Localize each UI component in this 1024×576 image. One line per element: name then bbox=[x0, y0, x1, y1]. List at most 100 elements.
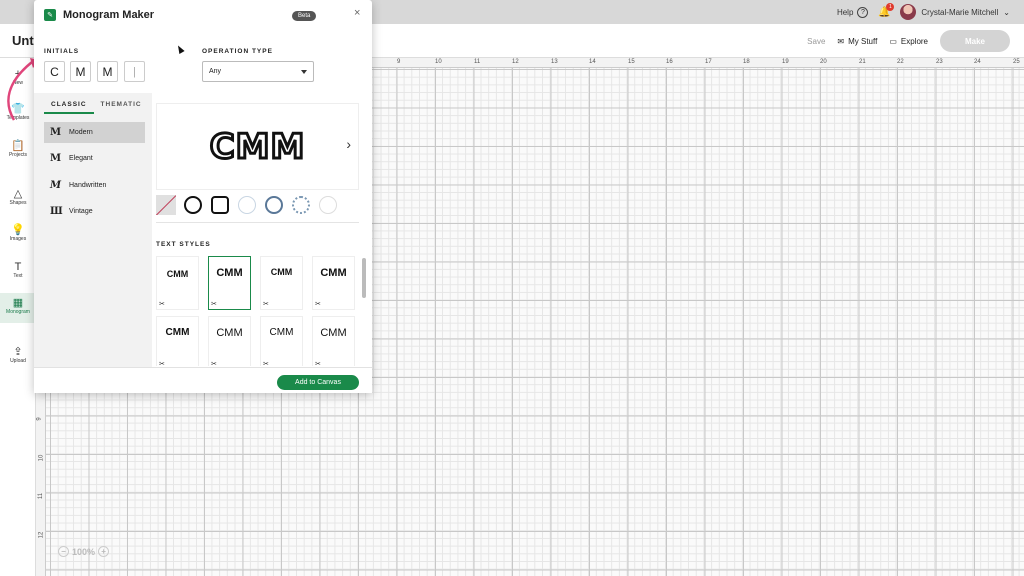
tool-upload[interactable]: ⇪ Upload bbox=[0, 346, 36, 372]
frame-none[interactable] bbox=[156, 195, 176, 215]
style-item-handwritten[interactable]: M Handwritten bbox=[44, 175, 145, 196]
scissors-icon: ✂ bbox=[211, 301, 217, 308]
explore-button[interactable]: ▭ Explore bbox=[889, 37, 928, 46]
frame-rounded-square[interactable] bbox=[210, 195, 230, 215]
ruler-tick: 18 bbox=[743, 59, 750, 65]
style-category-panel: CLASSIC THEMATIC M Modern M Elegant M Ha… bbox=[34, 93, 152, 367]
zoom-in-button[interactable]: + bbox=[98, 546, 110, 557]
initial-input-1[interactable]: C bbox=[44, 61, 65, 82]
operation-type-select[interactable]: Any bbox=[202, 61, 314, 82]
ruler-tick: 11 bbox=[38, 492, 45, 500]
tool-label: Upload bbox=[10, 358, 26, 364]
ruler-tick: 21 bbox=[859, 59, 866, 65]
style-label: Vintage bbox=[69, 208, 93, 215]
ruler-tick: 24 bbox=[974, 59, 981, 65]
initial-input-4[interactable]: | bbox=[124, 61, 145, 82]
ruler-tick: 12 bbox=[512, 59, 519, 65]
text-style-option[interactable]: CMM ✂ bbox=[260, 256, 303, 310]
ruler-tick: 22 bbox=[897, 59, 904, 65]
text-style-option[interactable]: CMM ✂ bbox=[312, 256, 355, 310]
zoom-control: − 100% + bbox=[58, 546, 110, 557]
tab-thematic[interactable]: THEMATIC bbox=[94, 101, 149, 114]
scissors-icon: ✂ bbox=[263, 361, 269, 366]
monogram-preview: CMM › bbox=[156, 103, 359, 190]
frame-thin-circle[interactable] bbox=[237, 195, 257, 215]
text-style-option[interactable]: CMM ✂ bbox=[312, 316, 355, 366]
scissors-icon: ✂ bbox=[211, 361, 217, 366]
text-style-sample: CMM bbox=[320, 267, 347, 279]
frame-options bbox=[156, 195, 338, 215]
ruler-tick: 17 bbox=[705, 59, 712, 65]
scrollbar-thumb[interactable] bbox=[362, 258, 366, 298]
clipboard-icon: 📋 bbox=[11, 140, 25, 152]
help-label: Help bbox=[836, 7, 854, 17]
tool-shapes[interactable]: △ Shapes bbox=[0, 188, 36, 214]
ruler-tick: 12 bbox=[38, 531, 45, 539]
style-item-vintage[interactable]: Ш Vintage bbox=[44, 201, 145, 222]
text-style-sample: CMM bbox=[166, 269, 189, 279]
add-to-canvas-button[interactable]: Add to Canvas bbox=[277, 375, 359, 390]
text-style-sample: CMM bbox=[216, 327, 243, 339]
style-label: Modern bbox=[69, 129, 93, 136]
dialog-title: Monogram Maker bbox=[63, 9, 155, 21]
text-style-option[interactable]: CMM ✂ bbox=[260, 316, 303, 366]
make-button[interactable]: Make bbox=[940, 30, 1010, 52]
monogram-logo-icon: ✎ bbox=[44, 9, 56, 21]
tool-text[interactable]: T Text bbox=[0, 261, 36, 287]
ruler-tick: 15 bbox=[628, 59, 635, 65]
text-styles-grid: CMM ✂ CMM ✂ CMM ✂ CMM ✂ CMM ✂ CMM ✂ CMM … bbox=[156, 256, 361, 366]
scissors-icon: ✂ bbox=[315, 361, 321, 366]
monogram-maker-dialog: ✎ Monogram Maker Beta × INITIALS C M M |… bbox=[34, 0, 372, 393]
initial-input-2[interactable]: M bbox=[70, 61, 91, 82]
ruler-tick: 11 bbox=[474, 59, 481, 65]
text-style-option[interactable]: CMM ✂ bbox=[156, 256, 199, 310]
tool-label: Text bbox=[13, 273, 23, 279]
save-button[interactable]: Save bbox=[807, 37, 825, 46]
frame-circle[interactable] bbox=[183, 195, 203, 215]
operation-type-value: Any bbox=[209, 68, 222, 75]
close-icon[interactable]: × bbox=[354, 7, 360, 19]
ruler-tick: 9 bbox=[397, 59, 401, 65]
frame-dotted-circle[interactable] bbox=[291, 195, 311, 215]
frame-blue-circle[interactable] bbox=[264, 195, 284, 215]
text-style-sample: CMM bbox=[270, 267, 293, 277]
bus-icon: ▭ bbox=[889, 36, 897, 46]
text-style-sample: CMM bbox=[165, 327, 190, 338]
user-name: Crystal-Marie Mitchell bbox=[921, 7, 999, 17]
ruler-tick: 13 bbox=[551, 59, 558, 65]
tool-label: Projects bbox=[8, 152, 28, 158]
tool-images[interactable]: 💡 Images bbox=[0, 224, 36, 250]
ruler-tick: 25 bbox=[1013, 59, 1020, 65]
tool-projects[interactable]: 📋 Projects bbox=[0, 140, 36, 166]
zoom-out-button[interactable]: − bbox=[58, 546, 69, 557]
chevron-down-icon bbox=[301, 69, 307, 74]
text-style-option[interactable]: CMM ✂ bbox=[156, 316, 199, 366]
text-style-option-selected[interactable]: CMM ✂ bbox=[208, 256, 251, 310]
ruler-tick: 19 bbox=[782, 59, 789, 65]
ruler-tick: 9 bbox=[36, 417, 43, 421]
operation-type-label: OPERATION TYPE bbox=[202, 48, 273, 55]
vintage-m-icon: Ш bbox=[50, 206, 63, 217]
ruler-tick: 14 bbox=[589, 59, 596, 65]
style-item-elegant[interactable]: M Elegant bbox=[44, 148, 145, 169]
help-link[interactable]: Help ? bbox=[836, 6, 869, 18]
text-style-option[interactable]: CMM ✂ bbox=[208, 316, 251, 366]
chevron-right-icon[interactable]: › bbox=[346, 136, 351, 152]
text-style-sample: CMM bbox=[269, 327, 294, 338]
user-menu[interactable]: Crystal-Marie Mitchell ⌄ bbox=[900, 4, 1010, 20]
tool-monogram[interactable]: ▦ Monogram bbox=[0, 293, 36, 323]
my-stuff-label: My Stuff bbox=[848, 36, 878, 46]
question-circle-icon: ? bbox=[857, 6, 869, 18]
frame-light-circle[interactable] bbox=[318, 195, 338, 215]
my-stuff-button[interactable]: ✉ My Stuff bbox=[837, 37, 877, 46]
tab-classic[interactable]: CLASSIC bbox=[44, 101, 94, 114]
elegant-m-icon: M bbox=[50, 153, 62, 164]
initial-input-3[interactable]: M bbox=[97, 61, 118, 82]
scissors-icon: ✂ bbox=[159, 301, 165, 308]
ruler-tick: 10 bbox=[38, 454, 45, 462]
notification-bell-icon[interactable]: 🔔 1 bbox=[878, 3, 895, 18]
handwritten-m-icon: M bbox=[50, 180, 62, 191]
ruler-tick: 23 bbox=[936, 59, 943, 65]
style-item-modern[interactable]: M Modern bbox=[44, 122, 145, 143]
envelope-icon: ✉ bbox=[837, 36, 845, 46]
